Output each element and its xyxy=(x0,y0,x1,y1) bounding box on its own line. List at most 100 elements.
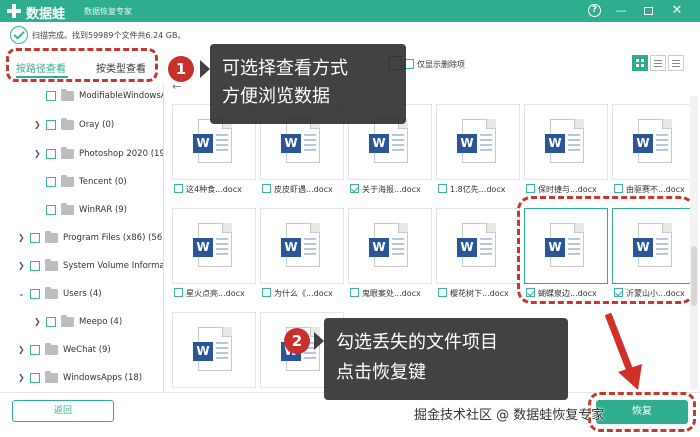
file-thumbnail[interactable]: W xyxy=(172,208,256,284)
detail-view-icon[interactable] xyxy=(668,55,684,71)
word-document-icon: W xyxy=(545,119,584,163)
scroll-thumb[interactable] xyxy=(691,246,697,306)
grid-view-icon[interactable] xyxy=(632,55,648,71)
tree-item-label: Photoshop 2020 (1955 xyxy=(79,149,163,159)
word-letter: W xyxy=(457,134,477,153)
folder-icon xyxy=(45,231,58,243)
word-document-icon: W xyxy=(281,119,320,163)
file-thumbnail[interactable]: W xyxy=(260,208,344,284)
step-badge-2: 2 xyxy=(284,328,310,354)
tree-item-label: ModifiableWindowsAp xyxy=(79,91,164,101)
word-letter: W xyxy=(193,238,213,257)
tree-item-label: WeChat (9) xyxy=(63,345,111,355)
tree-checkbox[interactable] xyxy=(30,289,40,299)
file-caption: 1.8亿先...docx xyxy=(438,184,522,195)
tree-checkbox[interactable] xyxy=(46,177,56,187)
folder-icon xyxy=(61,315,74,327)
word-document-icon: W xyxy=(457,223,496,267)
file-checkbox[interactable] xyxy=(614,184,623,193)
file-checkbox[interactable] xyxy=(438,288,447,297)
chevron-right-icon[interactable]: ❯ xyxy=(34,318,42,326)
file-checkbox[interactable] xyxy=(438,184,447,193)
file-thumbnail[interactable]: W xyxy=(612,104,696,180)
word-letter: W xyxy=(545,134,565,153)
file-item[interactable]: W 为什么《...docx xyxy=(260,208,344,318)
chevron-down-icon[interactable]: ⌄ xyxy=(18,290,26,298)
file-item[interactable]: W 1.8亿先...docx xyxy=(436,104,520,214)
file-thumbnail[interactable]: W xyxy=(436,104,520,180)
scan-status-text: 扫描完成。找到59989个文件共6.24 GB。 xyxy=(32,31,186,40)
folder-icon xyxy=(61,175,74,187)
file-caption: 鬼眼案处...docx xyxy=(350,288,434,299)
file-name: 1.8亿先...docx xyxy=(450,185,506,194)
file-checkbox[interactable] xyxy=(174,184,183,193)
callout-1-line-1: 可选择查看方式 xyxy=(222,58,348,79)
tree-checkbox[interactable] xyxy=(30,233,40,243)
close-icon[interactable]: ✕ xyxy=(670,4,684,18)
file-thumbnail[interactable]: W xyxy=(172,312,256,388)
file-thumbnail[interactable]: W xyxy=(348,208,432,284)
file-checkbox[interactable] xyxy=(350,184,359,193)
file-caption: 樱花树下...docx xyxy=(438,288,522,299)
file-checkbox[interactable] xyxy=(262,288,271,297)
word-document-icon: W xyxy=(369,223,408,267)
tree-item-label: Program Files (x86) (561) xyxy=(63,233,164,243)
file-name: 樱花树下...docx xyxy=(450,289,509,298)
file-caption: 星火点亮...docx xyxy=(174,288,258,299)
watermark: 掘金技术社区 @ 数据蛙恢复专家 xyxy=(414,408,605,423)
folder-icon xyxy=(45,259,58,271)
restore-icon[interactable] xyxy=(644,7,653,15)
file-name: 鬼眼案处...docx xyxy=(362,289,421,298)
callout-1-pointer xyxy=(200,60,210,78)
annotation-highlight-tabs xyxy=(6,48,158,82)
word-letter: W xyxy=(369,134,389,153)
list-view-icon[interactable] xyxy=(650,55,666,71)
word-document-icon: W xyxy=(193,119,232,163)
help-icon[interactable]: ? xyxy=(588,4,601,17)
chevron-right-icon[interactable]: ❯ xyxy=(18,262,26,270)
back-button[interactable]: 返回 xyxy=(12,400,114,422)
word-letter: W xyxy=(457,238,477,257)
tree-checkbox[interactable] xyxy=(46,120,56,130)
file-checkbox[interactable] xyxy=(174,288,183,297)
tree-checkbox[interactable] xyxy=(46,149,56,159)
tree-checkbox[interactable] xyxy=(46,91,56,101)
title-bar: 数据蛙 数据恢复专家 ? — ✕ xyxy=(0,0,700,22)
minimize-icon[interactable]: — xyxy=(614,4,628,18)
tree-checkbox[interactable] xyxy=(30,373,40,383)
chevron-right-icon[interactable]: ❯ xyxy=(34,121,42,129)
file-checkbox[interactable] xyxy=(262,184,271,193)
folder-icon xyxy=(45,371,58,383)
callout-2-line-2: 点击恢复键 xyxy=(336,362,426,383)
chevron-right-icon[interactable]: ❯ xyxy=(34,150,42,158)
file-name: 关于海报...docx xyxy=(362,185,421,194)
file-thumbnail[interactable]: W xyxy=(524,104,608,180)
file-item[interactable]: W 樱花树下...docx xyxy=(436,208,520,318)
word-document-icon: W xyxy=(457,119,496,163)
word-document-icon: W xyxy=(633,119,672,163)
tree-checkbox[interactable] xyxy=(46,205,56,215)
file-thumbnail[interactable]: W xyxy=(436,208,520,284)
tree-checkbox[interactable] xyxy=(30,345,40,355)
chevron-right-icon[interactable]: ❯ xyxy=(18,346,26,354)
word-letter: W xyxy=(193,342,213,361)
file-item[interactable]: W 星火点亮...docx xyxy=(172,208,256,318)
scrollbar[interactable] xyxy=(690,96,698,390)
folder-icon xyxy=(61,118,74,130)
file-name: 星火点亮...docx xyxy=(186,289,245,298)
tree-checkbox[interactable] xyxy=(46,317,56,327)
chevron-right-icon[interactable]: ❯ xyxy=(18,234,26,242)
step-badge-1: 1 xyxy=(168,56,194,82)
file-checkbox[interactable] xyxy=(350,288,359,297)
app-name: 数据蛙 xyxy=(26,7,66,22)
only-deleted-filter[interactable]: 仅显示删除项 xyxy=(404,59,465,70)
file-checkbox[interactable] xyxy=(526,184,535,193)
check-icon xyxy=(10,26,28,44)
word-letter: W xyxy=(281,238,301,257)
folder-icon xyxy=(61,147,74,159)
file-caption: 为什么《...docx xyxy=(262,288,346,299)
chevron-right-icon[interactable]: ❯ xyxy=(18,374,26,382)
tree-item-label: WinRAR (9) xyxy=(79,205,127,215)
tree-checkbox[interactable] xyxy=(30,261,40,271)
file-item[interactable]: W 鬼眼案处...docx xyxy=(348,208,432,318)
